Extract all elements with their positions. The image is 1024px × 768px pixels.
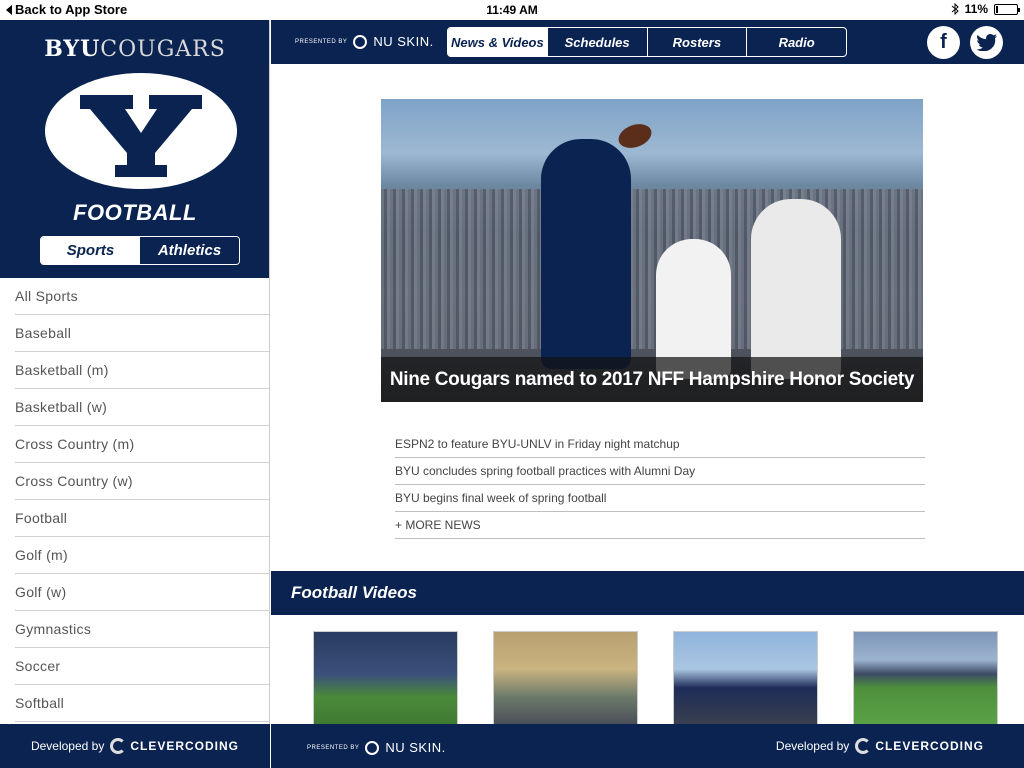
tab-schedules[interactable]: Schedules bbox=[546, 28, 647, 56]
byu-logo bbox=[45, 73, 237, 189]
sport-item-basketball-m[interactable]: Basketball (m) bbox=[15, 352, 269, 389]
bluetooth-icon bbox=[951, 3, 959, 15]
footer-clevercoding-text: CLEVERCODING bbox=[875, 739, 984, 753]
toggle-sports[interactable]: Sports bbox=[41, 237, 140, 264]
video-thumbnail[interactable] bbox=[313, 631, 458, 726]
main-footer: PRESENTED BY NU SKIN. Developed by CLEVE… bbox=[271, 724, 1024, 768]
news-item[interactable]: BYU concludes spring football practices … bbox=[395, 458, 925, 485]
sports-athletics-toggle: Sports Athletics bbox=[40, 236, 240, 265]
video-thumbnails bbox=[313, 631, 998, 726]
news-item[interactable]: BYU begins final week of spring football bbox=[395, 485, 925, 512]
section-tabs: News & Videos Schedules Rosters Radio bbox=[447, 27, 847, 57]
sport-item-softball[interactable]: Softball bbox=[15, 685, 269, 722]
videos-header: Football Videos bbox=[271, 571, 1024, 615]
tab-radio[interactable]: Radio bbox=[746, 28, 846, 56]
brand-wordmark: BYUCOUGARS bbox=[0, 36, 270, 62]
sport-item-soccer[interactable]: Soccer bbox=[15, 648, 269, 685]
player-byu bbox=[541, 139, 631, 369]
stadium-crowd bbox=[381, 189, 923, 349]
sponsor-name: NU SKIN. bbox=[373, 34, 434, 49]
football-icon bbox=[615, 119, 655, 153]
footer-sponsor-logo: PRESENTED BY NU SKIN. bbox=[307, 740, 446, 755]
footer-presented-by-label: PRESENTED BY bbox=[307, 744, 360, 751]
clevercoding-logo[interactable]: CLEVERCODING bbox=[110, 738, 239, 754]
video-thumbnail[interactable] bbox=[853, 631, 998, 726]
battery-icon bbox=[994, 3, 1020, 15]
footer-developed-by-label: Developed by bbox=[775, 739, 850, 753]
main-content: PRESENTED BY NU SKIN. News & Videos Sche… bbox=[271, 20, 1024, 768]
sport-item-cross-country-w[interactable]: Cross Country (w) bbox=[15, 463, 269, 500]
twitter-icon[interactable] bbox=[970, 26, 1003, 59]
sponsor-logo: PRESENTED BY NU SKIN. bbox=[295, 34, 434, 49]
brand-byu: BYU bbox=[44, 36, 101, 62]
sport-item-basketball-w[interactable]: Basketball (w) bbox=[15, 389, 269, 426]
more-news-link[interactable]: + MORE NEWS bbox=[395, 512, 925, 539]
presented-by-label: PRESENTED BY bbox=[295, 38, 348, 45]
sport-item-all-sports[interactable]: All Sports bbox=[15, 278, 269, 315]
player-defender-34 bbox=[751, 199, 841, 379]
clevercoding-c-icon bbox=[110, 738, 127, 754]
sport-item-golf-w[interactable]: Golf (w) bbox=[15, 574, 269, 611]
footer-clevercoding-c-icon bbox=[855, 738, 872, 754]
battery-percent: 11% bbox=[964, 2, 988, 16]
twitter-bird-icon bbox=[976, 34, 997, 51]
top-nav-bar: PRESENTED BY NU SKIN. News & Videos Sche… bbox=[271, 20, 1024, 64]
sport-item-cross-country-m[interactable]: Cross Country (m) bbox=[15, 426, 269, 463]
sport-item-football[interactable]: Football bbox=[15, 500, 269, 537]
footer-clevercoding-logo[interactable]: CLEVERCODING bbox=[855, 738, 984, 754]
footer-sponsor-name: NU SKIN. bbox=[385, 740, 446, 755]
footer-nu-skin-icon bbox=[365, 740, 380, 755]
brand-cougars: COUGARS bbox=[100, 37, 226, 62]
footer-developer: Developed by CLEVERCODING bbox=[776, 738, 984, 754]
nu-skin-icon bbox=[353, 34, 368, 49]
facebook-icon[interactable]: f bbox=[927, 26, 960, 59]
y-logo-icon bbox=[80, 95, 202, 177]
sport-list: All Sports Baseball Basketball (m) Baske… bbox=[0, 278, 269, 722]
clock: 11:49 AM bbox=[486, 3, 538, 17]
developed-by-label: Developed by bbox=[30, 739, 105, 753]
status-right: 11% bbox=[951, 2, 1020, 16]
tab-news-videos[interactable]: News & Videos bbox=[448, 28, 547, 56]
video-thumbnail[interactable] bbox=[493, 631, 638, 726]
sport-item-golf-m[interactable]: Golf (m) bbox=[15, 537, 269, 574]
toggle-athletics[interactable]: Athletics bbox=[140, 237, 239, 264]
video-thumbnail[interactable] bbox=[673, 631, 818, 726]
featured-caption: Nine Cougars named to 2017 NFF Hampshire… bbox=[381, 357, 923, 402]
news-item[interactable]: ESPN2 to feature BYU-UNLV in Friday nigh… bbox=[395, 431, 925, 458]
battery-fill bbox=[996, 5, 998, 13]
clevercoding-text: CLEVERCODING bbox=[130, 739, 240, 753]
news-list: ESPN2 to feature BYU-UNLV in Friday nigh… bbox=[395, 431, 925, 539]
sport-title: FOOTBALL bbox=[73, 200, 197, 225]
status-bar: Back to App Store 11:49 AM 11% bbox=[0, 0, 1024, 20]
sport-item-baseball[interactable]: Baseball bbox=[15, 315, 269, 352]
tab-rosters[interactable]: Rosters bbox=[646, 28, 747, 56]
featured-story[interactable]: Nine Cougars named to 2017 NFF Hampshire… bbox=[381, 99, 923, 402]
sidebar-header: BYUCOUGARS FOOTBALL Sports Athletics bbox=[0, 20, 269, 278]
sidebar-footer: Developed by CLEVERCODING bbox=[0, 724, 270, 768]
sport-item-gymnastics[interactable]: Gymnastics bbox=[15, 611, 269, 648]
sidebar: BYUCOUGARS FOOTBALL Sports Athletics All… bbox=[0, 20, 270, 768]
